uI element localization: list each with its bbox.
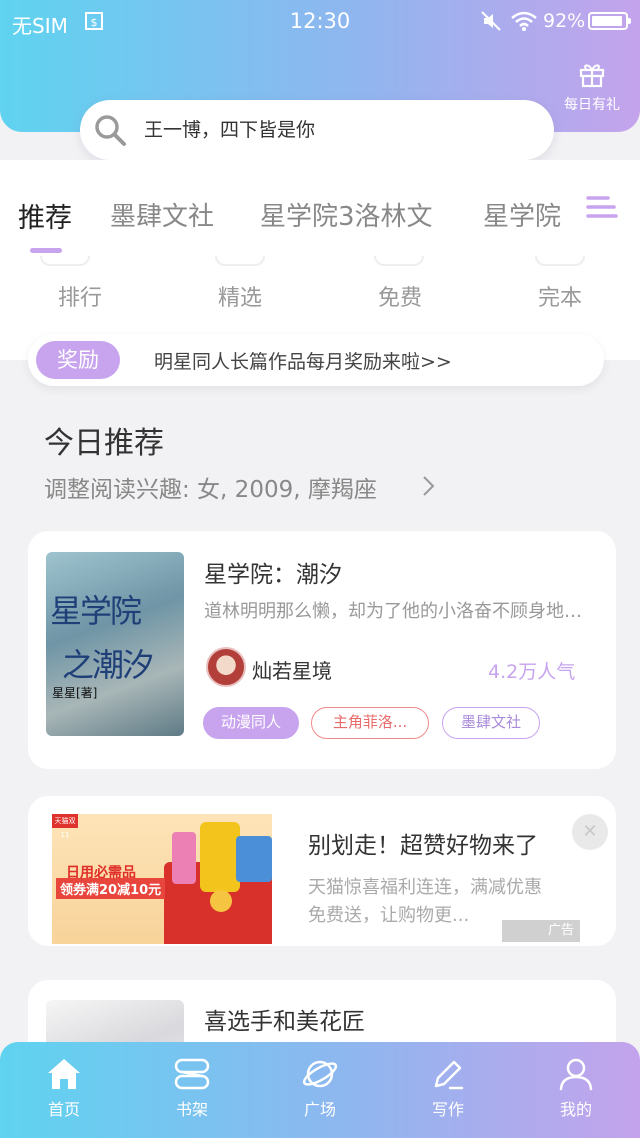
quick-link-icon (40, 256, 90, 266)
cover-title: 星学院 (50, 592, 142, 630)
quick-link-icon (374, 256, 424, 266)
ad-image-line2: 领券满20减10元 (56, 878, 166, 899)
popularity-count: 4.2万人气 (488, 661, 576, 683)
daily-gift-button[interactable]: 每日有礼 (556, 60, 628, 114)
tab-recommend[interactable]: 推荐 (18, 196, 72, 235)
nav-bookshelf-label: 书架 (175, 1100, 208, 1119)
search-icon (95, 115, 126, 146)
quick-link-free[interactable]: 免费 (340, 280, 460, 312)
nav-square[interactable]: 广场 (270, 1054, 370, 1120)
nav-mine-label: 我的 (559, 1100, 592, 1119)
author-name[interactable]: 灿若星境 (252, 655, 332, 684)
user-icon (559, 1058, 593, 1091)
chevron-right-icon (423, 476, 435, 496)
mute-icon (481, 11, 501, 31)
tag-anime-fanfic[interactable]: 动漫同人 (203, 707, 299, 739)
status-bar: 无SIM $ 12:30 92% (0, 0, 640, 44)
cover-subtitle: 之潮汐 (62, 646, 154, 684)
book-card[interactable]: 星学院 之潮汐 星星[著] 星学院：潮汐 道林明明那么懒，却为了他的小洛奋不顾身… (28, 531, 616, 769)
ad-card[interactable]: 天猫双11 日用必需品 领券满20减10元 别划走！超赞好物来了 天猫惊喜福利连… (28, 796, 616, 946)
ad-title[interactable]: 别划走！超赞好物来了 (308, 826, 538, 860)
bottle-graphic (172, 832, 196, 884)
reward-badge: 奖励 (36, 341, 120, 379)
home-icon (48, 1059, 80, 1089)
reward-banner[interactable]: 奖励 明星同人长篇作品每月奖励来啦>> (28, 334, 604, 386)
ad-image[interactable]: 天猫双11 日用必需品 领券满20减10元 (52, 814, 272, 944)
book-title[interactable]: 喜选手和美花匠 (204, 1002, 365, 1036)
book-title[interactable]: 星学院：潮汐 (204, 555, 342, 589)
pen-icon (434, 1060, 464, 1090)
quick-link-ranking[interactable]: 排行 (20, 280, 140, 312)
oil-bottle-graphic (200, 822, 240, 892)
gift-label: 每日有礼 (564, 97, 620, 113)
reward-text: 明星同人长篇作品每月奖励来啦>> (154, 351, 452, 373)
nav-square-label: 广场 (303, 1100, 336, 1119)
section-title: 今日推荐 (44, 426, 164, 461)
bookshelf-icon (174, 1058, 210, 1090)
cover-author: 星星[著] (52, 686, 98, 700)
coin-graphic (210, 890, 232, 912)
book-cover[interactable]: 星学院 之潮汐 星星[著] (46, 552, 184, 736)
tab-moyi-wenshe[interactable]: 墨肆文社 (110, 196, 214, 233)
planet-icon (302, 1060, 338, 1088)
tab-xingxueyuan[interactable]: 星学院 (483, 196, 561, 233)
bag-graphic (236, 836, 272, 882)
close-icon[interactable]: ✕ (572, 814, 608, 850)
nav-bookshelf[interactable]: 书架 (142, 1054, 242, 1120)
nav-write-label: 写作 (431, 1100, 464, 1119)
bottom-nav: 首页 书架 广场 写作 我的 (0, 1042, 640, 1138)
ad-label: 广告 (502, 920, 580, 942)
quick-link-featured[interactable]: 精选 (180, 280, 300, 312)
search-input[interactable]: 王一博，四下皆是你 (144, 100, 534, 160)
nav-write[interactable]: 写作 (398, 1054, 498, 1120)
quick-link-completed[interactable]: 完本 (500, 280, 620, 312)
tab-scroll-fade (620, 188, 640, 238)
active-tab-indicator (30, 248, 62, 253)
quick-link-icon (215, 256, 265, 266)
nav-home-label: 首页 (47, 1100, 80, 1119)
reading-interest-link[interactable]: 调整阅读兴趣: 女, 2009, 摩羯座 (44, 470, 377, 504)
author-avatar[interactable] (206, 647, 246, 687)
nav-mine[interactable]: 我的 (526, 1054, 626, 1120)
book-description: 道林明明那么懒，却为了他的小洛奋不顾身地去努力 (204, 601, 596, 622)
tmall-logo: 天猫双11 (52, 814, 78, 839)
battery-icon (588, 12, 631, 30)
battery-percentage: 92% (543, 10, 586, 32)
wifi-icon (511, 11, 537, 31)
quick-link-icon (535, 256, 585, 266)
nav-home[interactable]: 首页 (14, 1054, 114, 1120)
tab-xingxueyuan-3[interactable]: 星学院3洛林文 (260, 196, 433, 233)
gift-icon (579, 64, 605, 88)
tag-protagonist[interactable]: 主角菲洛... (311, 707, 429, 739)
tag-moyi-wenshe[interactable]: 墨肆文社 (442, 707, 540, 739)
category-menu-icon[interactable] (586, 192, 618, 224)
search-bar[interactable]: 王一博，四下皆是你 (80, 100, 554, 160)
